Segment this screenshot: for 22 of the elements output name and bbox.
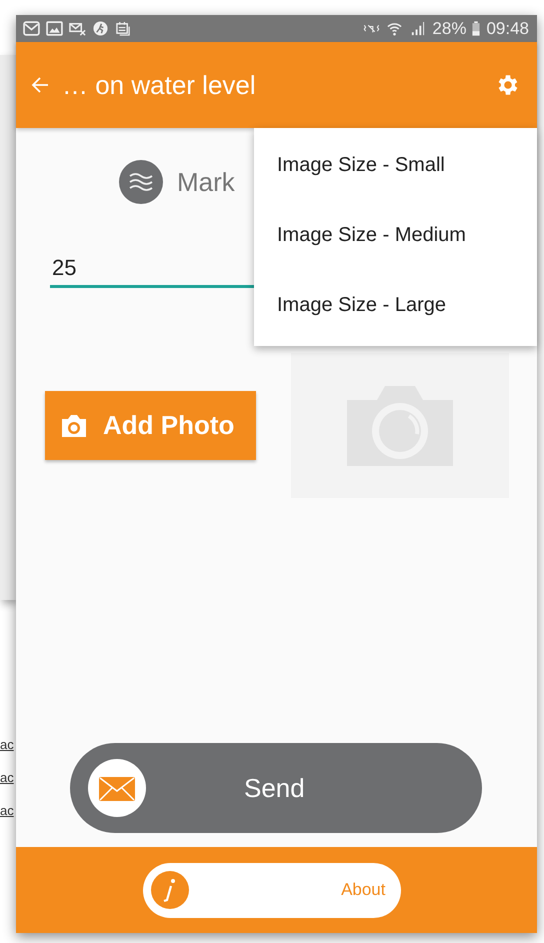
background-link[interactable]: ac <box>0 768 14 788</box>
mail-icon <box>23 21 40 36</box>
runner-icon <box>92 21 109 36</box>
camera-icon <box>59 412 89 438</box>
background-link[interactable]: ac <box>0 735 14 755</box>
clock: 09:48 <box>486 18 529 38</box>
missed-message-icon <box>69 21 86 36</box>
menu-item[interactable]: Image Size - Small <box>254 130 537 200</box>
back-arrow-icon[interactable] <box>30 75 50 95</box>
send-button[interactable]: Send <box>70 743 482 833</box>
header-label: Mark <box>177 166 235 198</box>
calendar-icon <box>115 21 132 36</box>
app-bar-title: … on water level <box>62 70 257 100</box>
image-icon <box>46 21 63 36</box>
background-link[interactable]: ac <box>0 801 14 821</box>
wifi-icon <box>386 21 404 36</box>
water-waves-icon <box>119 160 163 204</box>
signal-icon <box>409 21 426 36</box>
info-icon <box>150 871 188 909</box>
envelope-icon <box>88 759 146 817</box>
battery-icon <box>472 21 480 36</box>
battery-percentage: 28% <box>432 18 466 38</box>
